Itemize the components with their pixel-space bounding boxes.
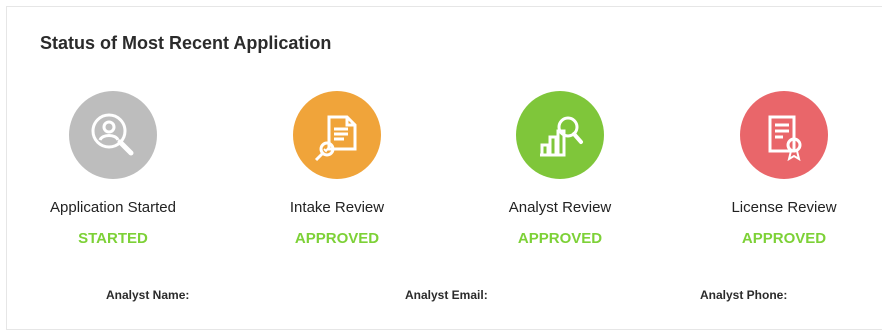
step-analyst-review: Analyst Review APPROVED: [460, 91, 660, 247]
step-status: APPROVED: [517, 230, 603, 247]
document-check-icon: [293, 91, 381, 179]
step-application-started: Application Started STARTED: [13, 91, 213, 247]
analyst-name-label: Analyst Name:: [106, 288, 190, 302]
user-search-icon: [69, 91, 157, 179]
analyst-email-label: Analyst Email:: [405, 288, 488, 302]
step-status: STARTED: [78, 230, 148, 247]
step-intake-review: Intake Review APPROVED: [237, 91, 437, 247]
step-label: License Review: [731, 199, 837, 216]
chart-search-icon: [516, 91, 604, 179]
step-status: APPROVED: [741, 230, 827, 247]
application-status-card: Status of Most Recent Application Applic…: [6, 6, 882, 330]
step-label: Intake Review: [289, 199, 385, 216]
certificate-icon: [740, 91, 828, 179]
step-license-review: License Review APPROVED: [684, 91, 882, 247]
step-label: Analyst Review: [508, 199, 612, 216]
analyst-phone-label: Analyst Phone:: [700, 288, 788, 302]
step-label: Application Started: [50, 199, 176, 216]
card-title: Status of Most Recent Application: [40, 33, 332, 53]
step-status: APPROVED: [294, 230, 380, 247]
